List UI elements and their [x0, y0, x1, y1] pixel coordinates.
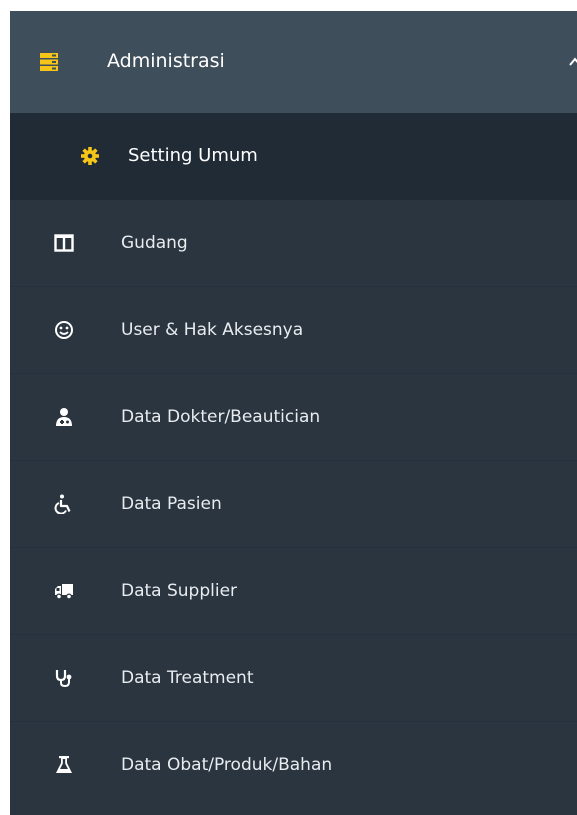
wheelchair-icon [54, 494, 74, 514]
menu-item-label: Data Supplier [121, 581, 238, 601]
menu-header-administrasi[interactable]: Administrasi [10, 11, 577, 113]
menu-item-gudang[interactable]: Gudang [10, 200, 577, 287]
menu-item-label: Data Pasien [121, 494, 222, 514]
menu-item-data-treatment[interactable]: Data Treatment [10, 635, 577, 722]
stethoscope-icon [54, 668, 74, 688]
menu-item-data-obat[interactable]: Data Obat/Produk/Bahan [10, 722, 577, 809]
menu-item-label: User & Hak Aksesnya [121, 320, 304, 340]
menu-item-label: Data Obat/Produk/Bahan [121, 755, 333, 775]
menu-header-label: Administrasi [107, 50, 225, 72]
smile-icon [54, 320, 74, 340]
sidebar-menu: Administrasi Setting Umum Gudang User & … [10, 11, 577, 815]
menu-item-data-dokter[interactable]: Data Dokter/Beautician [10, 374, 577, 461]
server-icon [40, 53, 58, 71]
menu-item-label: Data Treatment [121, 668, 254, 688]
truck-icon [54, 581, 74, 601]
gear-icon [80, 146, 100, 166]
menu-item-data-pasien[interactable]: Data Pasien [10, 461, 577, 548]
menu-item-label: Setting Umum [128, 145, 258, 166]
menu-item-data-supplier[interactable]: Data Supplier [10, 548, 577, 635]
columns-icon [54, 233, 74, 253]
menu-item-label: Data Dokter/Beautician [121, 407, 321, 427]
menu-item-user-hak-akses[interactable]: User & Hak Aksesnya [10, 287, 577, 374]
user-md-icon [54, 407, 74, 427]
menu-item-setting-umum[interactable]: Setting Umum [10, 113, 577, 200]
chevron-up-icon [568, 55, 577, 69]
flask-icon [54, 755, 74, 775]
menu-item-label: Gudang [121, 233, 188, 253]
